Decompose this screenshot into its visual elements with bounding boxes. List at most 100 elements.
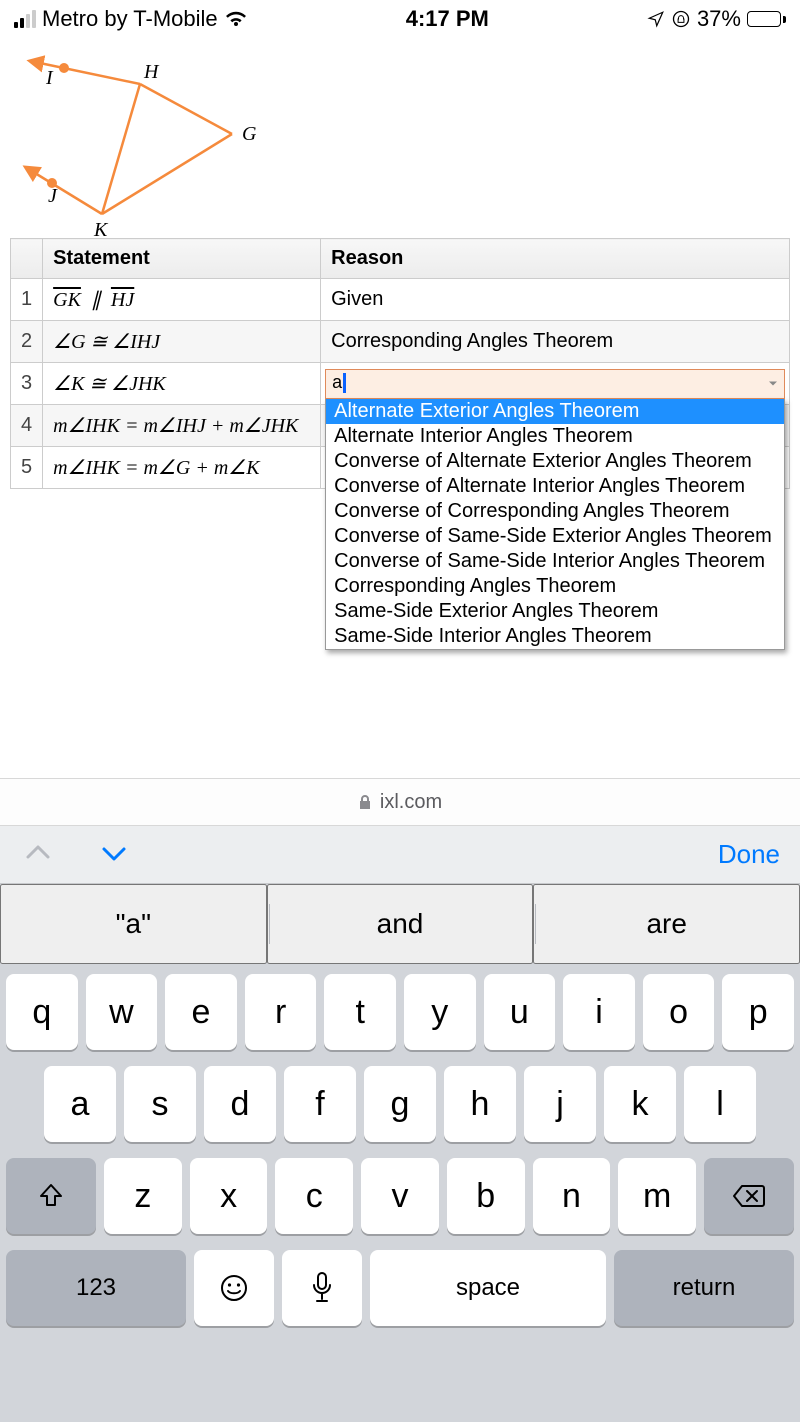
dropdown-option[interactable]: Corresponding Angles Theorem bbox=[326, 574, 784, 599]
carrier-label: Metro by T-Mobile bbox=[42, 6, 218, 32]
reason-dropdown[interactable]: Alternate Exterior Angles TheoremAlterna… bbox=[325, 399, 785, 650]
key-l[interactable]: l bbox=[684, 1066, 756, 1142]
text-caret bbox=[343, 373, 346, 393]
statement-cell: m∠IHK = m∠G + m∠K bbox=[43, 447, 321, 489]
row-number: 5 bbox=[11, 447, 43, 489]
onscreen-keyboard: qwertyuiop asdfghjkl zxcvbnm 123 space r… bbox=[0, 964, 800, 1422]
diagram-label-K: K bbox=[93, 219, 109, 241]
suggestion-1[interactable]: "a" bbox=[0, 884, 267, 964]
reason-input[interactable]: a bbox=[325, 369, 785, 399]
keyboard-row-2: asdfghjkl bbox=[6, 1066, 794, 1142]
dropdown-option[interactable]: Converse of Same-Side Interior Angles Th… bbox=[326, 549, 784, 574]
statement-cell: m∠IHK = m∠IHJ + m∠JHK bbox=[43, 405, 321, 447]
backspace-key[interactable] bbox=[704, 1158, 794, 1234]
dictation-key[interactable] bbox=[282, 1250, 362, 1326]
url-domain: ixl.com bbox=[380, 791, 442, 814]
next-field-button[interactable] bbox=[96, 839, 132, 870]
table-header-row: Statement Reason bbox=[11, 239, 790, 279]
reason-combobox[interactable]: a Alternate Exterior Angles TheoremAlter… bbox=[325, 369, 785, 399]
key-c[interactable]: c bbox=[275, 1158, 353, 1234]
key-h[interactable]: h bbox=[444, 1066, 516, 1142]
statement-cell: ∠K ≅ ∠JHK bbox=[43, 363, 321, 405]
key-m[interactable]: m bbox=[618, 1158, 696, 1234]
key-x[interactable]: x bbox=[190, 1158, 268, 1234]
done-button[interactable]: Done bbox=[718, 839, 780, 870]
keyboard-row-3: zxcvbnm bbox=[6, 1158, 794, 1234]
key-r[interactable]: r bbox=[245, 974, 317, 1050]
row-number: 2 bbox=[11, 321, 43, 363]
table-row: 2 ∠G ≅ ∠IHJ Corresponding Angles Theorem bbox=[11, 321, 790, 363]
key-q[interactable]: q bbox=[6, 974, 78, 1050]
prev-field-button[interactable] bbox=[20, 839, 56, 870]
dropdown-option[interactable]: Same-Side Exterior Angles Theorem bbox=[326, 599, 784, 624]
reason-cell: Corresponding Angles Theorem bbox=[321, 321, 790, 363]
statement-cell: ∠G ≅ ∠IHJ bbox=[43, 321, 321, 363]
shift-key[interactable] bbox=[6, 1158, 96, 1234]
row-number: 1 bbox=[11, 279, 43, 321]
key-a[interactable]: a bbox=[44, 1066, 116, 1142]
key-g[interactable]: g bbox=[364, 1066, 436, 1142]
key-z[interactable]: z bbox=[104, 1158, 182, 1234]
numbers-key[interactable]: 123 bbox=[6, 1250, 186, 1326]
status-right: 37% bbox=[647, 6, 786, 32]
suggestion-3[interactable]: are bbox=[533, 884, 800, 964]
form-nav-arrows bbox=[20, 839, 132, 870]
key-y[interactable]: y bbox=[404, 974, 476, 1050]
status-left: Metro by T-Mobile bbox=[14, 6, 248, 32]
col-number bbox=[11, 239, 43, 279]
diagram-label-J: J bbox=[48, 185, 58, 207]
key-d[interactable]: d bbox=[204, 1066, 276, 1142]
key-w[interactable]: w bbox=[86, 974, 158, 1050]
lock-icon bbox=[358, 794, 372, 810]
battery-icon bbox=[747, 11, 786, 27]
keyboard-accessory-bar: Done bbox=[0, 826, 800, 884]
dropdown-option[interactable]: Alternate Interior Angles Theorem bbox=[326, 424, 784, 449]
keyboard-row-1: qwertyuiop bbox=[6, 974, 794, 1050]
proof-table: Statement Reason 1 GK ∥ HJ Given 2 ∠G ≅ … bbox=[10, 238, 790, 489]
dropdown-option[interactable]: Converse of Same-Side Exterior Angles Th… bbox=[326, 524, 784, 549]
key-t[interactable]: t bbox=[324, 974, 396, 1050]
statement-cell: GK ∥ HJ bbox=[43, 279, 321, 321]
row-number: 4 bbox=[11, 405, 43, 447]
key-b[interactable]: b bbox=[447, 1158, 525, 1234]
space-key[interactable]: space bbox=[370, 1250, 606, 1326]
key-u[interactable]: u bbox=[484, 974, 556, 1050]
table-row: 3 ∠K ≅ ∠JHK a Alternate Exterior Angles … bbox=[11, 363, 790, 405]
dropdown-option[interactable]: Converse of Alternate Exterior Angles Th… bbox=[326, 449, 784, 474]
status-bar: Metro by T-Mobile 4:17 PM 37% bbox=[0, 0, 800, 34]
location-icon bbox=[647, 10, 665, 28]
battery-pct: 37% bbox=[697, 6, 741, 32]
return-key[interactable]: return bbox=[614, 1250, 794, 1326]
dropdown-option[interactable]: Same-Side Interior Angles Theorem bbox=[326, 624, 784, 649]
clock: 4:17 PM bbox=[406, 6, 489, 32]
browser-url-bar[interactable]: ixl.com bbox=[0, 778, 800, 826]
reason-cell-active: a Alternate Exterior Angles TheoremAlter… bbox=[321, 363, 790, 405]
reason-cell: Given bbox=[321, 279, 790, 321]
diagram-label-I: I bbox=[45, 67, 54, 89]
key-i[interactable]: i bbox=[563, 974, 635, 1050]
key-v[interactable]: v bbox=[361, 1158, 439, 1234]
keyboard-row-4: 123 space return bbox=[6, 1250, 794, 1326]
key-j[interactable]: j bbox=[524, 1066, 596, 1142]
keyboard-suggestion-bar: "a" and are bbox=[0, 884, 800, 964]
key-k[interactable]: k bbox=[604, 1066, 676, 1142]
key-f[interactable]: f bbox=[284, 1066, 356, 1142]
wifi-icon bbox=[224, 10, 248, 28]
row-number: 3 bbox=[11, 363, 43, 405]
key-s[interactable]: s bbox=[124, 1066, 196, 1142]
geometry-diagram: I H G J K bbox=[0, 34, 800, 234]
key-n[interactable]: n bbox=[533, 1158, 611, 1234]
table-row: 1 GK ∥ HJ Given bbox=[11, 279, 790, 321]
dropdown-option[interactable]: Converse of Alternate Interior Angles Th… bbox=[326, 474, 784, 499]
emoji-key[interactable] bbox=[194, 1250, 274, 1326]
key-o[interactable]: o bbox=[643, 974, 715, 1050]
dropdown-option[interactable]: Converse of Corresponding Angles Theorem bbox=[326, 499, 784, 524]
suggestion-2[interactable]: and bbox=[267, 884, 534, 964]
dropdown-option[interactable]: Alternate Exterior Angles Theorem bbox=[326, 399, 784, 424]
diagram-label-H: H bbox=[143, 61, 160, 83]
col-statement: Statement bbox=[43, 239, 321, 279]
key-p[interactable]: p bbox=[722, 974, 794, 1050]
cell-signal-icon bbox=[14, 10, 36, 28]
key-e[interactable]: e bbox=[165, 974, 237, 1050]
diagram-label-G: G bbox=[242, 123, 257, 145]
